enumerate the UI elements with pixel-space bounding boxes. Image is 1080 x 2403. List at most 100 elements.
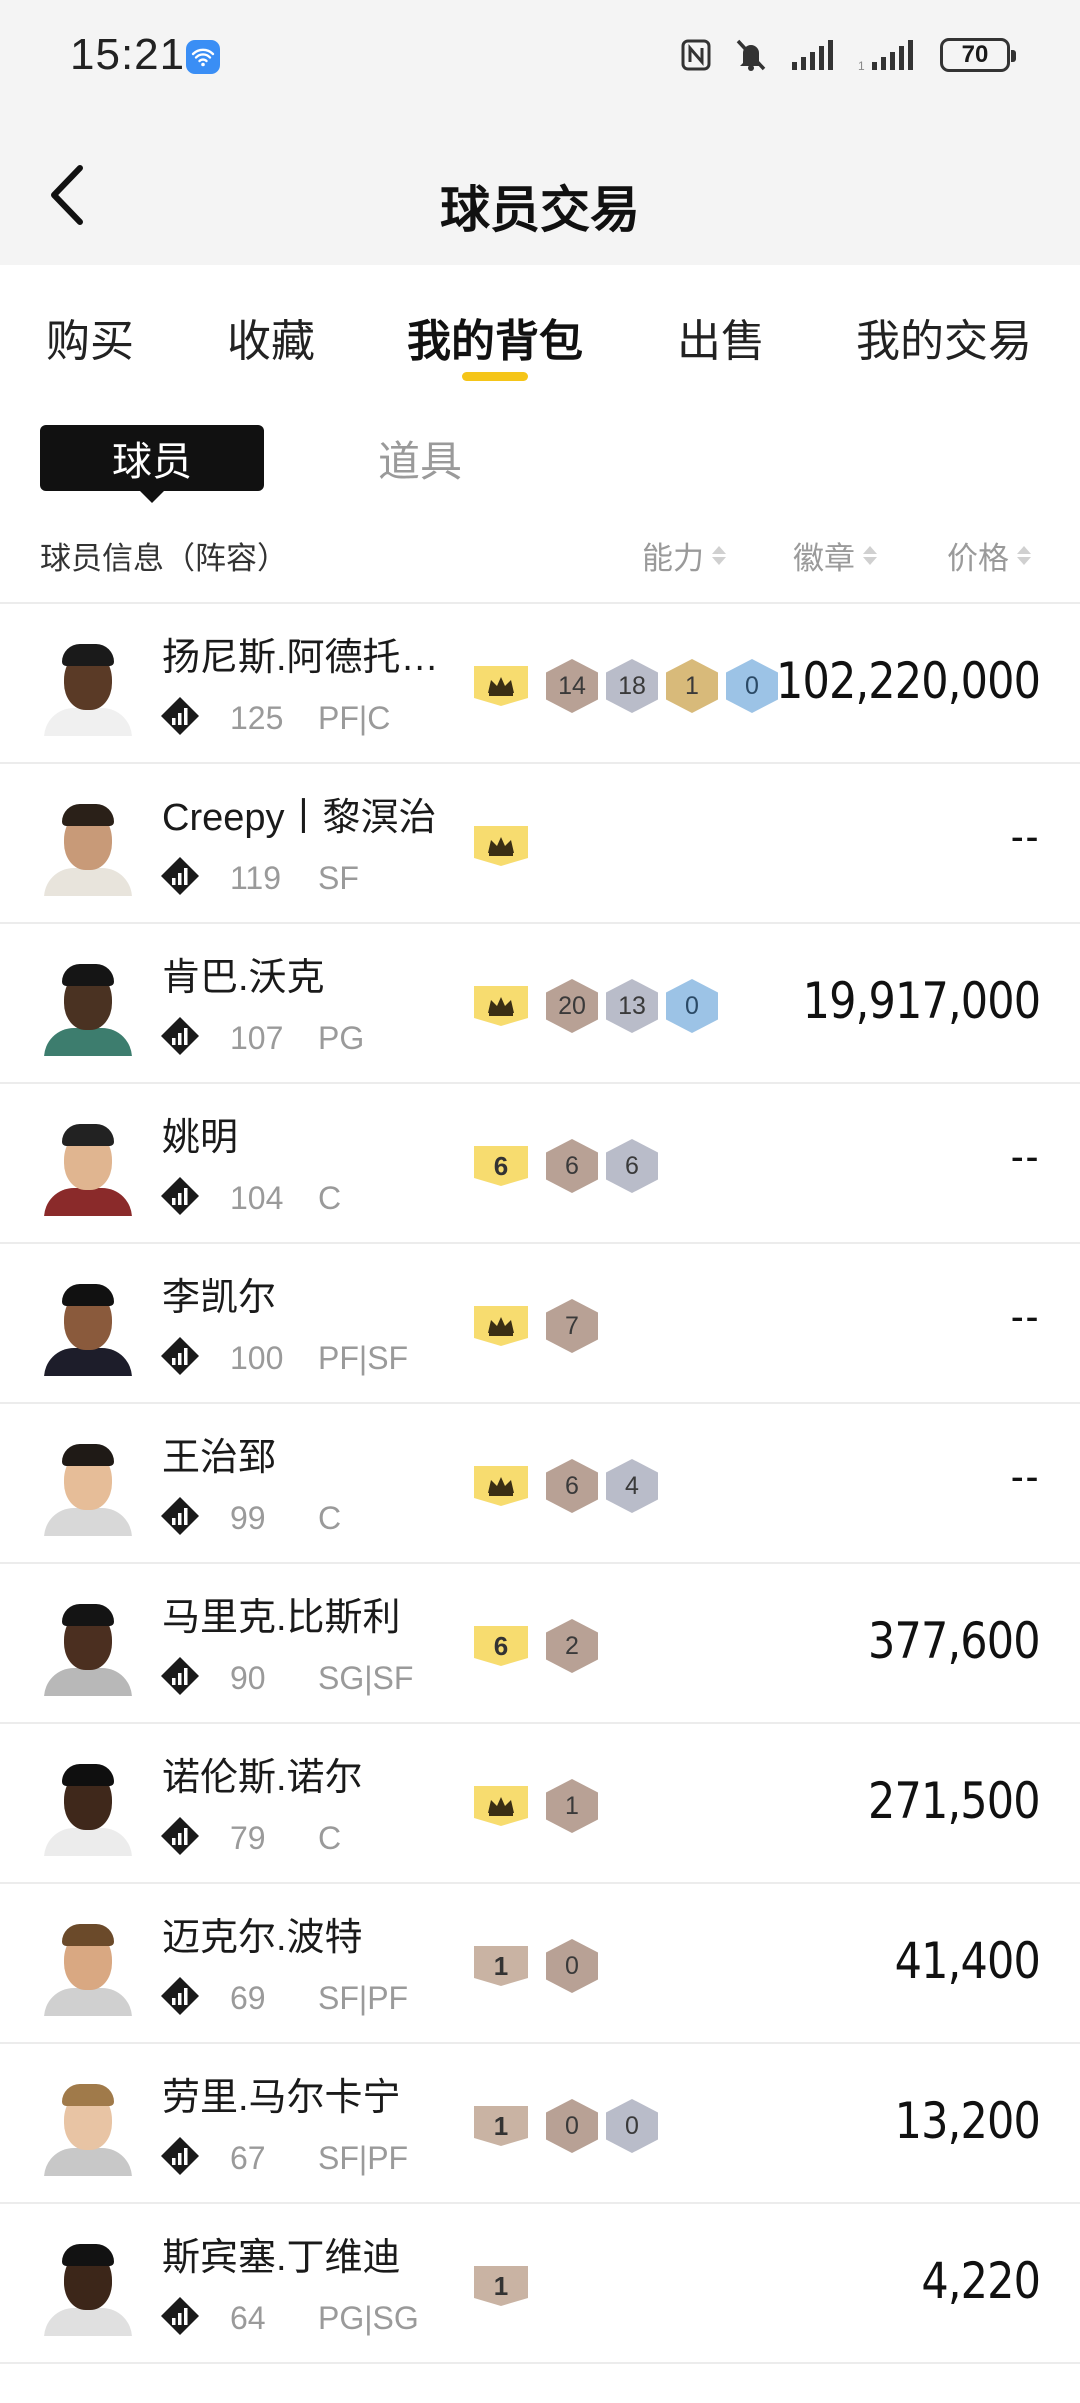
player-price: 102,220,000 (775, 652, 1041, 710)
player-row[interactable]: 诺伦斯.诺尔 79 C 1 271,500 (0, 1724, 1080, 1884)
tier-diamond-icon (161, 1337, 199, 1375)
tab-bar: 购买 收藏 我的背包 出售 我的交易 (0, 265, 1080, 395)
tab-my-backpack[interactable]: 我的背包 (407, 305, 583, 369)
player-avatar (40, 2232, 136, 2336)
player-overall: 107 (230, 1020, 284, 1056)
badge-count: 1 (666, 659, 718, 713)
badge-group: 10 (474, 1939, 598, 1993)
badge-count: 0 (606, 2099, 658, 2153)
player-position: SG|SF (318, 1660, 414, 1696)
sort-badge-button[interactable]: 徽章 (793, 533, 877, 578)
wifi-icon (186, 40, 220, 74)
badge-count: 2 (546, 1619, 598, 1673)
badge-count: 0 (546, 1939, 598, 1993)
tier-diamond-icon (161, 1657, 199, 1695)
player-row[interactable]: 马里克.比斯利 90 SG|SF 6 2 377,600 (0, 1564, 1080, 1724)
player-row[interactable]: 斯宾塞.丁维迪 64 PG|SG 1 4,220 (0, 2204, 1080, 2364)
ability-level: 6 (474, 1146, 528, 1186)
crown-ability-icon (474, 1466, 528, 1506)
tier-diamond-icon (161, 1017, 199, 1055)
svg-text:1: 1 (858, 59, 865, 72)
nav-bar: 球员交易 (0, 110, 1080, 265)
player-avatar (40, 1432, 136, 1536)
ability-level: 1 (474, 2266, 528, 2306)
crown-ability-icon (474, 1786, 528, 1826)
player-row[interactable]: Creepy丨黎溟治 119 SF -- (0, 764, 1080, 924)
tab-my-trades[interactable]: 我的交易 (856, 305, 1032, 369)
ability-level: 1 (474, 2106, 528, 2146)
player-name: 扬尼斯.阿德托昆博 (162, 637, 452, 679)
player-position: SF (318, 860, 359, 896)
badge-group (474, 820, 538, 872)
player-overall: 67 (230, 2140, 266, 2176)
tab-buy[interactable]: 购买 (46, 305, 134, 369)
player-avatar (40, 1752, 136, 1856)
page-title: 球员交易 (440, 182, 640, 238)
player-row[interactable]: 劳里.马尔卡宁 67 SF|PF 1 0 0 13,200 (0, 2044, 1080, 2204)
player-name: 姚明 (162, 1117, 239, 1159)
column-badge: 徽章 (793, 541, 855, 576)
badge-count: 0 (726, 659, 778, 713)
subtab-players[interactable]: 球员 (40, 425, 264, 503)
sort-icon (863, 546, 877, 565)
sort-price-button[interactable]: 价格 (947, 533, 1031, 578)
player-name: 斯宾塞.丁维迪 (162, 2237, 401, 2279)
player-overall: 79 (230, 1820, 266, 1856)
player-overall: 99 (230, 1500, 266, 1536)
badge-count: 14 (546, 659, 598, 713)
player-position: PF|C (318, 700, 391, 736)
ability-level: 1 (474, 1946, 528, 1986)
player-price: 4,220 (921, 2252, 1041, 2310)
subtab-items[interactable]: 道具 (378, 428, 462, 489)
sort-icon (1017, 546, 1031, 565)
tier-diamond-icon (161, 1977, 199, 2015)
player-name: 诺伦斯.诺尔 (162, 1757, 363, 1799)
player-position: C (318, 1180, 342, 1216)
player-overall: 90 (230, 1660, 266, 1696)
badge-count: 0 (546, 2099, 598, 2153)
ability-level: 6 (474, 1626, 528, 1666)
player-avatar (40, 2072, 136, 2176)
player-avatar (40, 1592, 136, 1696)
crown-ability-icon (474, 826, 528, 866)
badge-count: 6 (606, 1139, 658, 1193)
player-price: -- (1010, 1132, 1040, 1181)
badge-group: 64 (474, 1459, 658, 1513)
tab-sell[interactable]: 出售 (677, 305, 765, 369)
column-price: 价格 (947, 541, 1009, 576)
badge-count: 7 (546, 1299, 598, 1353)
player-row[interactable]: 肯巴.沃克 107 PG 20 13 0 19,917,000 (0, 924, 1080, 1084)
player-overall: 125 (230, 700, 284, 736)
badge-count: 6 (546, 1139, 598, 1193)
tier-diamond-icon (161, 697, 199, 735)
player-row[interactable]: 姚明 104 C 6 6 6 -- (0, 1084, 1080, 1244)
player-row[interactable]: 迈克尔.波特 69 SF|PF 1 0 41,400 (0, 1884, 1080, 2044)
nfc-icon (681, 39, 711, 71)
player-avatar (40, 1912, 136, 2016)
player-avatar (40, 1272, 136, 1376)
badge-group: 62 (474, 1619, 598, 1673)
player-avatar (40, 952, 136, 1056)
player-price: -- (1010, 1452, 1040, 1501)
player-row[interactable]: 李凯尔 100 PF|SF 7 -- (0, 1244, 1080, 1404)
player-position: SF|PF (318, 1980, 409, 2016)
tier-diamond-icon (161, 1817, 199, 1855)
tier-diamond-icon (161, 2297, 199, 2335)
clock: 15:21 (70, 30, 186, 79)
sort-ability-button[interactable]: 能力 (642, 533, 726, 578)
tab-favorites[interactable]: 收藏 (227, 305, 315, 369)
active-tab-indicator (462, 372, 528, 381)
badge-group: 1 (474, 1779, 598, 1833)
system-icons: 1 70 (680, 34, 1016, 76)
column-player-info: 球员信息（阵容） (40, 541, 288, 576)
mute-bell-icon (736, 39, 766, 71)
player-price: 41,400 (894, 1932, 1041, 1990)
status-bar: 15:21 1 70 (0, 0, 1080, 110)
player-price: 377,600 (868, 1612, 1041, 1670)
player-overall: 104 (230, 1180, 284, 1216)
badge-count: 18 (606, 659, 658, 713)
player-row[interactable]: 王治郅 99 C 6 4 -- (0, 1404, 1080, 1564)
badge-count: 1 (546, 1779, 598, 1833)
player-avatar (40, 1112, 136, 1216)
player-row[interactable]: 扬尼斯.阿德托昆博 125 PF|C 14 18 1 0 102,220,000 (0, 604, 1080, 764)
